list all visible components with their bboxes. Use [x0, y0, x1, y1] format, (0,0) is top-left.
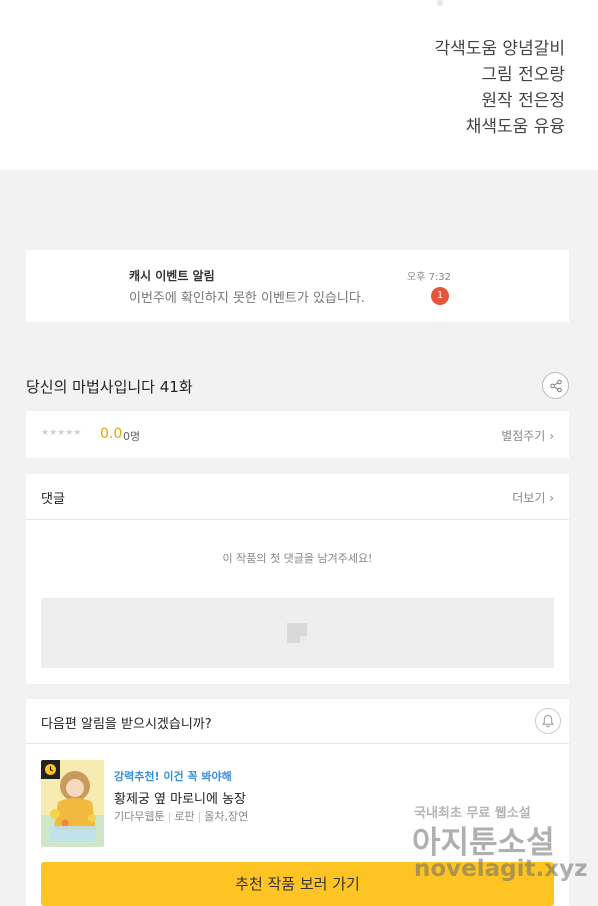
watermark-url: novelagit.xyz: [414, 856, 588, 882]
comment-input-box[interactable]: [41, 598, 554, 668]
recommendation-thumbnail[interactable]: [41, 760, 104, 847]
share-icon: [549, 379, 562, 392]
recommendation-meta: 기다무웹툰 | 로판 | 올차,장연: [114, 808, 248, 824]
credit-line: 각색도움 양념갈비: [434, 39, 565, 59]
rating-card: ★★★★★ 0.0 0명 별점주기 ›: [26, 411, 569, 458]
chevron-right-icon: ›: [549, 491, 554, 505]
decorative-dot: [437, 0, 443, 6]
rating-count: 0명: [123, 430, 141, 443]
recommendation-title[interactable]: 황제궁 옆 마로니에 농장: [114, 788, 246, 807]
chevron-right-icon: ›: [549, 429, 554, 443]
meta-genre: 로판: [174, 810, 195, 823]
meta-separator: |: [197, 810, 202, 823]
rate-button[interactable]: 별점주기 ›: [501, 427, 554, 444]
bell-icon: [541, 714, 555, 728]
site-watermark: 국내최초 무료 웹소설 아지툰소설 novelagit.xyz: [412, 798, 592, 893]
rate-label: 별점주기: [501, 429, 546, 443]
wait-free-badge: [41, 760, 60, 779]
cash-event-notice[interactable]: 캐시 이벤트 알림 이번주에 확인하지 못한 이벤트가 있습니다. 오후 7:3…: [26, 250, 569, 322]
notice-time: 오후 7:32: [407, 272, 452, 283]
credits-block: 각색도움 양념갈비 그림 전오랑 원작 전은정 채색도움 유융: [434, 36, 565, 140]
comments-card: 댓글 더보기 › 이 작품의 첫 댓글을 남겨주세요!: [26, 474, 569, 684]
meta-category: 기다무웹툰: [114, 810, 165, 823]
meta-separator: |: [167, 810, 172, 823]
notify-bell-button[interactable]: [535, 708, 561, 734]
comment-icon: [287, 623, 307, 643]
empty-comments-message: 이 작품의 첫 댓글을 남겨주세요!: [222, 552, 373, 565]
comments-header: 댓글 더보기 ›: [26, 474, 569, 520]
meta-authors: 올차,장연: [204, 810, 249, 823]
rating-stars: ★★★★★: [41, 428, 82, 438]
comments-more-button[interactable]: 더보기 ›: [512, 489, 554, 506]
credits-area: 각색도움 양념갈비 그림 전오랑 원작 전은정 채색도움 유융: [0, 0, 598, 170]
credit-line: 그림 전오랑: [481, 65, 565, 85]
notice-count-badge: 1: [431, 287, 449, 305]
comments-title: 댓글: [41, 492, 65, 507]
clock-icon: [45, 764, 56, 775]
credit-line: 채색도움 유융: [465, 117, 565, 137]
share-button[interactable]: [542, 372, 569, 399]
credit-line: 원작 전은정: [481, 91, 565, 111]
next-episode-header: 다음편 알림을 받으시겠습니까?: [26, 699, 569, 744]
notice-body: 이번주에 확인하지 못한 이벤트가 있습니다.: [129, 291, 365, 306]
more-label: 더보기: [512, 491, 546, 505]
recommendation-tag: 강력추천! 이건 꼭 봐야해: [114, 770, 232, 783]
notice-title: 캐시 이벤트 알림: [129, 269, 215, 283]
episode-title: 당신의 마법사입니다 41화: [26, 378, 193, 396]
next-episode-question: 다음편 알림을 받으시겠습니까?: [41, 717, 212, 732]
rating-score: 0.0: [100, 426, 123, 442]
